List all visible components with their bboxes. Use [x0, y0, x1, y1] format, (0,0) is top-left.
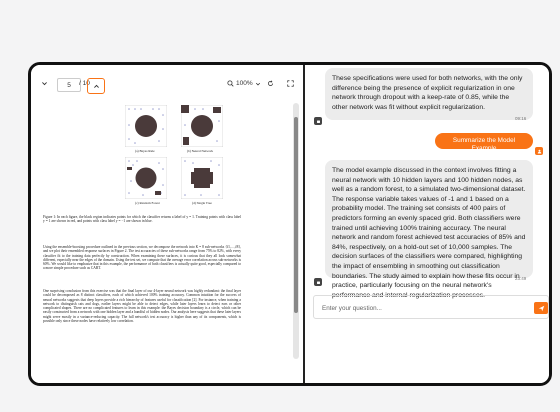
- user-message: Summarize the Model Example: [435, 133, 533, 152]
- caption-d: (d) Single Tree: [192, 201, 212, 205]
- caption-c: (c) Random Forest: [135, 201, 160, 205]
- send-button[interactable]: [534, 302, 548, 314]
- question-input[interactable]: [320, 301, 524, 315]
- bot-avatar-icon: [314, 278, 322, 286]
- chevron-up-icon: [93, 84, 99, 88]
- page-number-input[interactable]: 5: [57, 78, 81, 92]
- message-timestamp: 09:16: [515, 116, 527, 121]
- question-input-bar: [313, 295, 549, 319]
- pdf-scrollbar-thumb[interactable]: [294, 117, 298, 313]
- message-timestamp: 23:49: [515, 148, 527, 153]
- zoom-level: 100%: [236, 80, 253, 87]
- chevron-down-icon: [42, 82, 47, 86]
- body-paragraph-2: One surprising conclusion from this exer…: [43, 289, 241, 324]
- pdf-page: (a) Bayes Rule (b) Neural Network (c) Ra…: [31, 103, 293, 383]
- chevron-down-icon: [255, 82, 260, 85]
- body-paragraph-1: Using the ensemble-boosting procedure ou…: [43, 245, 241, 271]
- figure-panel-d: [181, 157, 223, 199]
- next-page-button[interactable]: [41, 80, 48, 87]
- pdf-viewer: 5 / 10 100% (a) Bayes Rule (b) Neural Ne…: [31, 65, 303, 383]
- chat-panel: These specifications were used for both …: [305, 65, 549, 383]
- figure-panel-a: [125, 105, 167, 147]
- figure-caption-text: Figure 1: In each figure, the black regi…: [43, 215, 241, 224]
- pdf-toolbar: 5 / 10 100%: [31, 65, 303, 103]
- user-avatar-icon: [535, 147, 543, 155]
- figure-panel-c: [125, 157, 167, 199]
- fullscreen-button[interactable]: [287, 80, 294, 87]
- zoom-control[interactable]: 100%: [227, 80, 261, 87]
- rotate-button[interactable]: [267, 80, 274, 87]
- caption-b: (b) Neural Network: [187, 149, 213, 153]
- assistant-message: The model example discussed in the conte…: [325, 160, 533, 299]
- expand-icon: [287, 80, 294, 87]
- rotate-icon: [268, 80, 273, 86]
- figure-panel-b: [181, 105, 223, 147]
- app-window: 5 / 10 100% (a) Bayes Rule (b) Neural Ne…: [28, 62, 552, 386]
- caption-a: (a) Bayes Rule: [135, 149, 155, 153]
- previous-page-button[interactable]: [87, 78, 105, 94]
- zoom-search-icon: [227, 80, 234, 87]
- assistant-message: These specifications were used for both …: [325, 68, 533, 120]
- send-icon: [538, 305, 544, 311]
- bot-avatar-icon: [314, 117, 322, 125]
- message-timestamp: 23:49: [515, 276, 527, 281]
